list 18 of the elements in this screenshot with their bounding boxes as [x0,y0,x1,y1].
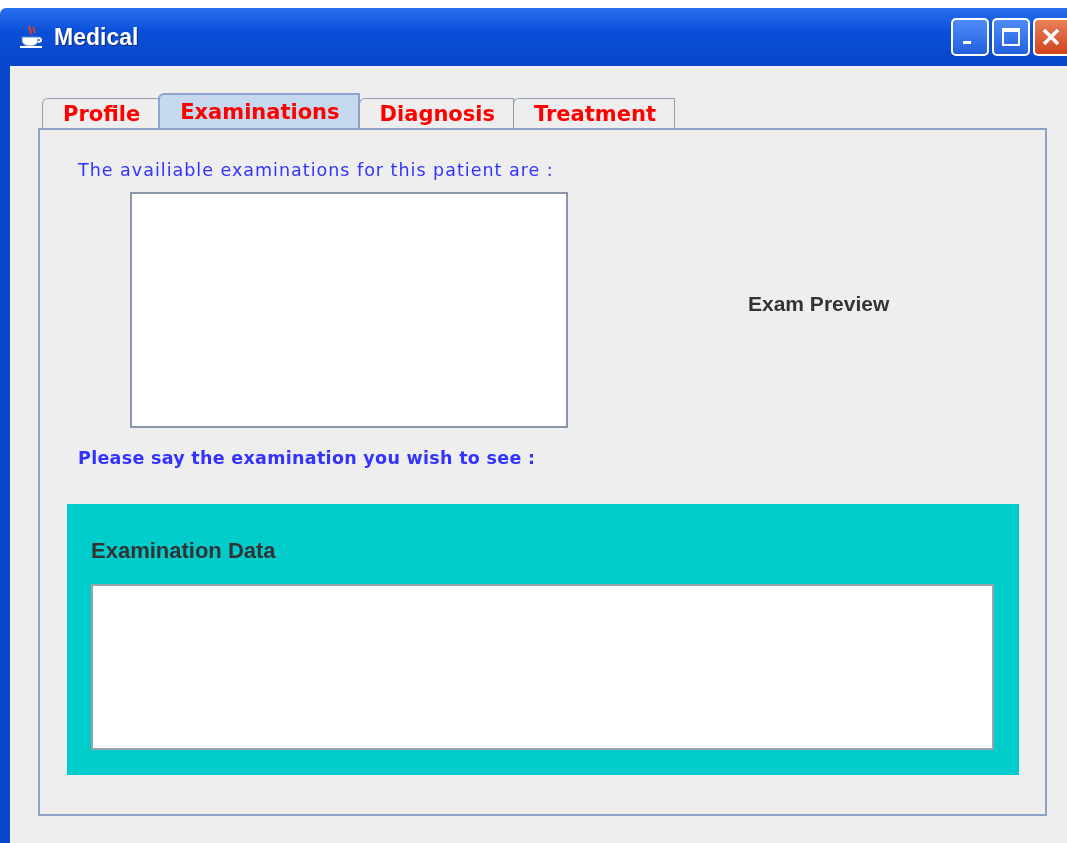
maximize-icon [1001,27,1021,47]
data-text-area[interactable] [91,584,994,750]
prompt-label: Please say the examination you wish to see : [78,448,537,468]
preview-label: Exam Preview [748,292,890,316]
maximize-button[interactable] [992,18,1030,56]
tab[interactable]: Examinations [158,93,360,128]
list-label: The availiable examinations for this patient are : [78,160,555,180]
tab[interactable]: Diagnosis [358,98,514,128]
minimize-button[interactable] [951,18,989,56]
examination-list[interactable] [130,192,568,428]
close-button[interactable] [1033,18,1067,56]
tab[interactable]: Treatment [513,98,675,128]
close-icon [1040,26,1062,48]
minimize-icon [963,40,971,44]
window-title: Medical [54,23,140,51]
coffee-cup-icon [18,24,44,50]
panel-title: Examination Data [91,538,277,564]
tab[interactable]: Profile [42,98,160,128]
